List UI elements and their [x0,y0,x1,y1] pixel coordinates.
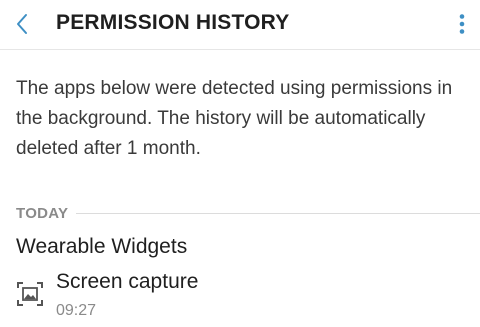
screen-capture-icon [17,282,43,306]
permission-history-screen: PERMISSION HISTORY The apps below were d… [0,0,480,327]
back-button[interactable] [8,8,36,40]
app-bar: PERMISSION HISTORY [0,0,480,50]
section-label: TODAY [16,204,69,222]
permission-item-screen-capture[interactable]: Screen capture 09:27 [16,268,456,324]
more-vert-icon [459,14,465,34]
permission-time: 09:27 [56,302,97,319]
app-name: Wearable Widgets [16,235,188,258]
permission-name: Screen capture [56,270,199,293]
more-options-button[interactable] [450,8,474,40]
description-text: The apps below were detected using permi… [16,78,453,159]
chevron-left-icon [17,14,27,34]
page-title: PERMISSION HISTORY [56,11,290,34]
section-divider [76,212,480,214]
section-header-today: TODAY [16,203,480,223]
